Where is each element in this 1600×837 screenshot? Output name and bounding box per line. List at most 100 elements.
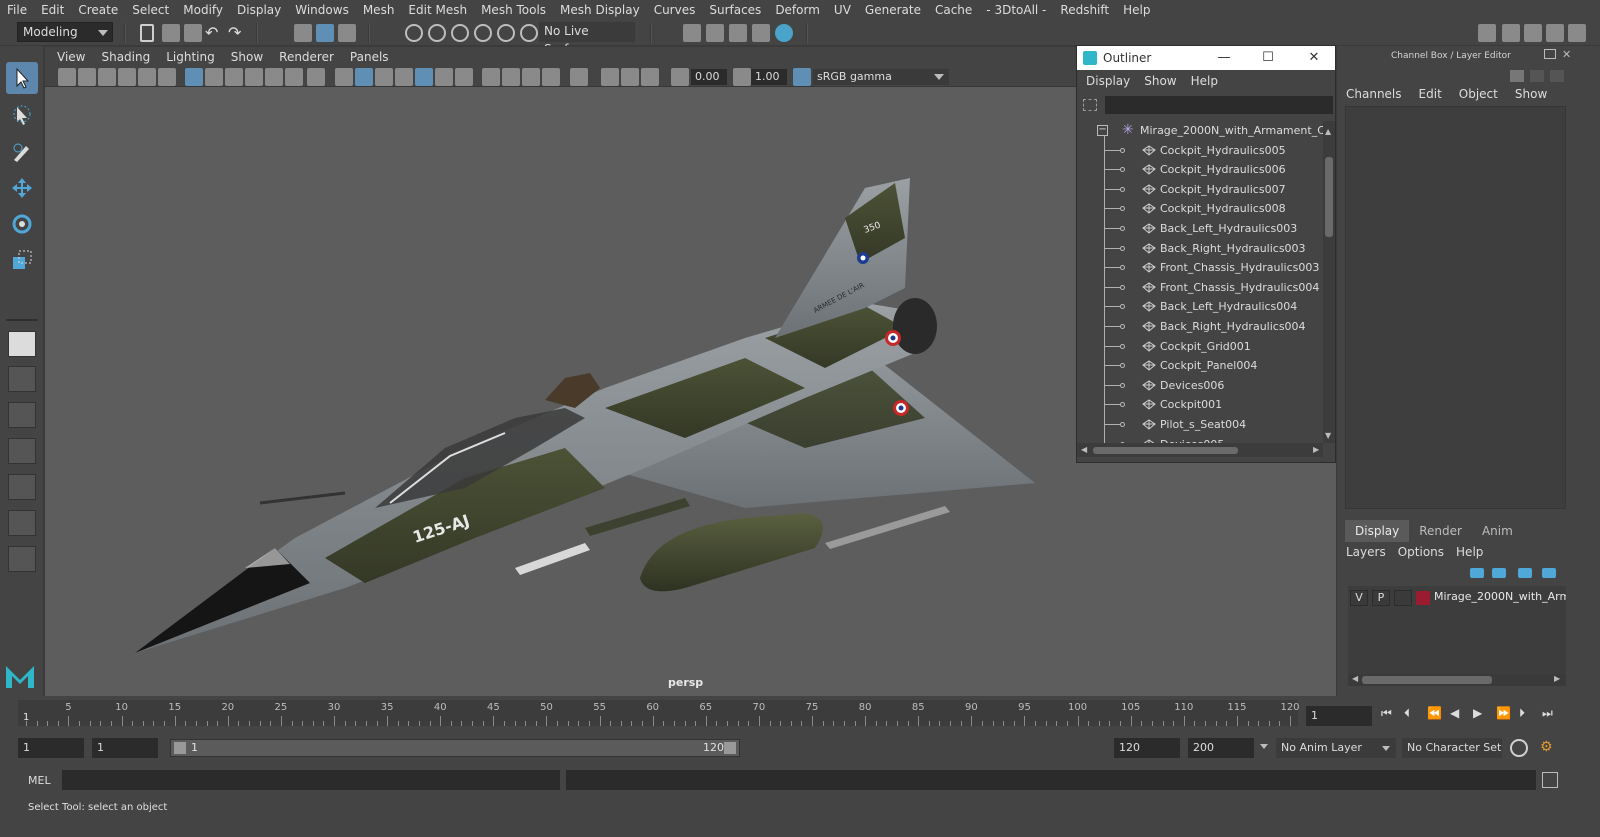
menu-mesh[interactable]: Mesh bbox=[356, 0, 402, 20]
time-slider-track[interactable]: 1 5 10 15 20 25 30 35 40 45 50 55 60 65 70 75 80 85 90 95 1… bbox=[18, 700, 1300, 726]
scroll-thumb[interactable] bbox=[1325, 157, 1333, 237]
outliner-item[interactable]: Back_Left_Hydraulics003 bbox=[1077, 219, 1323, 239]
custom-layout-icon[interactable] bbox=[8, 546, 36, 572]
resolution-gate-icon[interactable] bbox=[225, 68, 243, 86]
scroll-thumb[interactable] bbox=[1362, 676, 1492, 684]
step-back-icon[interactable]: ⏴ bbox=[1404, 706, 1422, 724]
render-settings-icon[interactable] bbox=[683, 24, 701, 42]
gate-mask-icon[interactable] bbox=[245, 68, 263, 86]
scroll-left-icon[interactable]: ◀ bbox=[1352, 674, 1358, 683]
new-layer-from-selection-icon[interactable] bbox=[1542, 568, 1556, 578]
shadows-icon[interactable] bbox=[455, 68, 473, 86]
animation-start-field[interactable]: 1 bbox=[18, 738, 84, 758]
animation-end-field[interactable]: 200 bbox=[1188, 738, 1254, 758]
scroll-thumb[interactable] bbox=[1093, 447, 1238, 454]
minimize-icon[interactable]: — bbox=[1213, 49, 1235, 67]
go-to-start-icon[interactable]: ⏮ bbox=[1381, 706, 1399, 724]
scroll-down-icon[interactable]: ▼ bbox=[1325, 431, 1331, 440]
go-to-end-icon[interactable]: ⏭ bbox=[1542, 706, 1560, 724]
scroll-right-icon[interactable]: ▶ bbox=[1313, 445, 1319, 454]
hypershade-icon[interactable] bbox=[775, 24, 793, 42]
color-space-dropdown[interactable]: sRGB gamma bbox=[813, 69, 949, 85]
range-slider[interactable]: 1 120 bbox=[170, 739, 740, 757]
menu-uv[interactable]: UV bbox=[827, 0, 858, 20]
camera-select-icon[interactable] bbox=[58, 68, 76, 86]
wireframe-on-shaded-icon[interactable] bbox=[395, 68, 413, 86]
tab-anim[interactable]: Anim bbox=[1471, 520, 1523, 542]
outliner-vertical-scrollbar[interactable]: ▲ ▼ bbox=[1323, 121, 1335, 443]
outliner-horizontal-scrollbar[interactable]: ◀ ▶ bbox=[1077, 443, 1323, 457]
layer-menu-options[interactable]: Options bbox=[1398, 545, 1444, 559]
menu-generate[interactable]: Generate bbox=[858, 0, 928, 20]
outliner-item[interactable]: Cockpit_Hydraulics005 bbox=[1077, 141, 1323, 161]
exposure-field[interactable]: 0.00 bbox=[691, 69, 727, 85]
outliner-menu-help[interactable]: Help bbox=[1184, 74, 1225, 88]
wireframe-icon[interactable] bbox=[335, 68, 353, 86]
render-frame-icon[interactable] bbox=[706, 24, 724, 42]
outliner-item[interactable]: Cockpit_Hydraulics008 bbox=[1077, 199, 1323, 219]
menu-modify[interactable]: Modify bbox=[176, 0, 230, 20]
menu-file[interactable]: File bbox=[0, 0, 34, 20]
smooth-shade-icon[interactable] bbox=[355, 68, 373, 86]
outliner-menu-show[interactable]: Show bbox=[1137, 74, 1183, 88]
image-plane-icon[interactable] bbox=[118, 68, 136, 86]
layer-playback-toggle[interactable]: P bbox=[1372, 590, 1390, 606]
outliner-menu-display[interactable]: Display bbox=[1079, 74, 1137, 88]
gamma-field[interactable]: 1.00 bbox=[751, 69, 787, 85]
field-chart-icon[interactable] bbox=[265, 68, 283, 86]
two-d-pan-icon[interactable] bbox=[138, 68, 156, 86]
four-view-layout-icon[interactable] bbox=[8, 366, 36, 392]
snap-view-icon[interactable] bbox=[474, 24, 492, 42]
outliner-item[interactable]: Cockpit_Hydraulics006 bbox=[1077, 160, 1323, 180]
step-back-key-icon[interactable]: ⏪ bbox=[1427, 706, 1445, 724]
perspective-graph-layout-icon[interactable] bbox=[8, 438, 36, 464]
snap-surface-icon[interactable] bbox=[497, 24, 515, 42]
anti-aliasing-icon[interactable] bbox=[522, 68, 540, 86]
menu-mesh-display[interactable]: Mesh Display bbox=[553, 0, 647, 20]
filter-icon[interactable] bbox=[1083, 99, 1097, 111]
channel-box-menu-object[interactable]: Object bbox=[1459, 87, 1498, 101]
range-end-handle[interactable] bbox=[724, 742, 736, 754]
move-layer-down-icon[interactable] bbox=[1492, 568, 1506, 578]
menu-windows[interactable]: Windows bbox=[288, 0, 356, 20]
color-management-icon[interactable] bbox=[793, 68, 811, 86]
anim-layer-dropdown[interactable]: No Anim Layer bbox=[1276, 738, 1396, 758]
layer-display-type-toggle[interactable] bbox=[1394, 590, 1412, 606]
range-start-handle[interactable] bbox=[174, 742, 186, 754]
outliner-item[interactable]: Pilot_s_Seat004 bbox=[1077, 415, 1323, 435]
script-editor-icon[interactable] bbox=[1542, 772, 1558, 788]
new-scene-icon[interactable] bbox=[140, 24, 154, 42]
outliner-item[interactable]: Front_Chassis_Hydraulics004 bbox=[1077, 278, 1323, 298]
step-forward-key-icon[interactable]: ⏩ bbox=[1496, 706, 1514, 724]
step-forward-icon[interactable]: ⏵ bbox=[1519, 706, 1537, 724]
collapse-icon[interactable]: − bbox=[1097, 125, 1108, 136]
menu-redshift[interactable]: Redshift bbox=[1053, 0, 1116, 20]
scale-tool-button[interactable] bbox=[6, 244, 38, 276]
display-layer-row[interactable]: V P Mirage_2000N_with_Arma bbox=[1348, 588, 1566, 608]
outliner-item[interactable]: Back_Right_Hydraulics004 bbox=[1077, 317, 1323, 337]
outliner-item[interactable]: Cockpit001 bbox=[1077, 395, 1323, 415]
menu-create[interactable]: Create bbox=[71, 0, 125, 20]
xray-joints-icon[interactable] bbox=[621, 68, 639, 86]
menu-help[interactable]: Help bbox=[1116, 0, 1157, 20]
close-panel-icon[interactable]: ✕ bbox=[1562, 48, 1571, 61]
outliner-titlebar[interactable]: Outliner — ☐ ✕ bbox=[1077, 46, 1335, 70]
xray-components-icon[interactable] bbox=[641, 68, 659, 86]
outliner-item[interactable]: Cockpit_Grid001 bbox=[1077, 337, 1323, 357]
playback-end-field[interactable]: 120 bbox=[1114, 738, 1180, 758]
current-frame-field[interactable]: 1 bbox=[1306, 706, 1372, 726]
snap-grid-icon[interactable] bbox=[405, 24, 423, 42]
camera-attributes-icon[interactable] bbox=[78, 68, 96, 86]
command-language-toggle[interactable]: MEL bbox=[28, 774, 51, 787]
channel-box-menu-edit[interactable]: Edit bbox=[1419, 87, 1442, 101]
lighting-icon[interactable] bbox=[435, 68, 453, 86]
menu-cache[interactable]: Cache bbox=[928, 0, 979, 20]
ipr-render-icon[interactable] bbox=[729, 24, 747, 42]
channel-box-icon[interactable] bbox=[1568, 24, 1586, 42]
select-hierarchy-icon[interactable] bbox=[294, 24, 312, 42]
float-panel-icon[interactable] bbox=[1544, 49, 1556, 59]
use-default-material-icon[interactable] bbox=[375, 68, 393, 86]
attribute-editor-icon[interactable] bbox=[1524, 24, 1542, 42]
move-layer-up-icon[interactable] bbox=[1470, 568, 1484, 578]
layer-menu-layers[interactable]: Layers bbox=[1346, 545, 1386, 559]
